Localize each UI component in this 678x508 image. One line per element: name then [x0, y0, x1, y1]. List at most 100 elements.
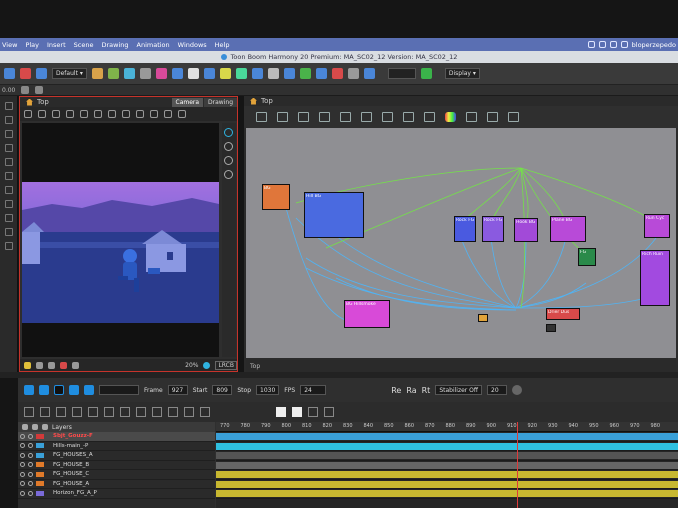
node-fg[interactable]: FG: [578, 248, 596, 266]
node-drier-dus[interactable]: Drier Dus: [546, 308, 580, 320]
node-rich-ruin[interactable]: Rich Ruin: [640, 250, 670, 306]
select-icon[interactable]: [52, 110, 60, 118]
display-dropdown[interactable]: Display ▾: [444, 68, 480, 79]
menu-animation[interactable]: Animation: [137, 41, 170, 49]
stop-icon[interactable]: [54, 385, 64, 395]
tool-strip-icon[interactable]: [5, 200, 13, 208]
frame-field[interactable]: 927: [167, 385, 188, 395]
glyph-re[interactable]: Re: [391, 386, 401, 395]
layer-name[interactable]: Sbjt_Gouzz-F: [53, 433, 93, 439]
layer-row[interactable]: FG_HOUSE_C: [18, 470, 215, 480]
glyph-rt[interactable]: Rt: [422, 386, 431, 395]
eye-icon[interactable]: [20, 490, 25, 496]
wifi-icon[interactable]: [598, 41, 606, 48]
node-bg[interactable]: BG: [262, 184, 290, 210]
pan-icon[interactable]: [466, 112, 477, 122]
outline-icon[interactable]: [308, 407, 318, 417]
zoom-tool-icon[interactable]: [203, 68, 215, 79]
write-icon[interactable]: [382, 112, 393, 122]
layer-name[interactable]: FG_HOUSE_C: [53, 471, 89, 477]
layers-icon[interactable]: [224, 142, 233, 151]
exposure-block[interactable]: [216, 433, 678, 440]
eraser-tool-icon[interactable]: [107, 68, 119, 79]
color-preview-icon[interactable]: [203, 361, 211, 369]
light-table-icon[interactable]: [315, 68, 327, 79]
start-field[interactable]: 809: [212, 385, 233, 395]
menu-scene[interactable]: Scene: [74, 41, 94, 49]
peg-icon[interactable]: [319, 112, 330, 122]
grid-toggle-icon[interactable]: [48, 361, 55, 369]
auto-close-icon[interactable]: [120, 407, 130, 417]
tool-strip-icon[interactable]: [5, 116, 13, 124]
timeline-track[interactable]: [216, 451, 678, 461]
paint-tool-icon[interactable]: [123, 68, 135, 79]
play-icon[interactable]: [24, 385, 34, 395]
colorspace-dropdown[interactable]: LRCB: [215, 360, 237, 370]
layer-name[interactable]: FG_HOUSE_A: [53, 481, 89, 487]
peg-tool-icon[interactable]: [299, 68, 311, 79]
group-icon[interactable]: [298, 112, 309, 122]
safe-area-icon[interactable]: [36, 361, 43, 369]
brush-tool-icon[interactable]: [20, 68, 31, 79]
render-preview-icon[interactable]: [224, 128, 233, 137]
eye-icon[interactable]: [20, 462, 25, 468]
color-swatch-white-2[interactable]: [292, 407, 302, 417]
stop-field[interactable]: 1030: [256, 385, 280, 395]
node-breadcrumb[interactable]: Top: [261, 97, 273, 105]
tool-strip-icon[interactable]: [5, 228, 13, 236]
camera-viewport[interactable]: [22, 123, 219, 357]
transform-icon[interactable]: [108, 110, 116, 118]
composite-icon[interactable]: [340, 112, 351, 122]
cap-icon[interactable]: [104, 407, 114, 417]
scissors-icon[interactable]: [508, 112, 519, 122]
pressure-icon[interactable]: [40, 407, 50, 417]
onion-skin-icon[interactable]: [267, 68, 279, 79]
layer-name[interactable]: FG_HOUSES_A: [53, 452, 93, 458]
composite-node[interactable]: [478, 314, 488, 322]
exposure-block[interactable]: [216, 490, 678, 497]
tool-strip-icon[interactable]: [5, 158, 13, 166]
brush-icon[interactable]: [80, 110, 88, 118]
layer-name[interactable]: FG_HOUSE_B: [53, 462, 89, 468]
tool-strip-icon[interactable]: [5, 214, 13, 222]
tool-strip-icon[interactable]: [5, 242, 13, 250]
add-node-icon[interactable]: [277, 112, 288, 122]
node-hill-bg[interactable]: Hill BG: [304, 192, 364, 238]
lock-icon[interactable]: [28, 471, 33, 477]
menu-insert[interactable]: Insert: [47, 41, 66, 49]
battery-icon[interactable]: [609, 41, 617, 48]
menu-view[interactable]: View: [2, 41, 17, 49]
layer-row[interactable]: FG_HOUSES_A: [18, 451, 215, 461]
auto-fill-icon[interactable]: [136, 407, 146, 417]
join-icon[interactable]: [88, 407, 98, 417]
grid-icon[interactable]: [150, 110, 158, 118]
layer-row[interactable]: Sbjt_Gouzz-F: [18, 432, 215, 442]
snap-icon[interactable]: [35, 86, 44, 94]
cable-icon[interactable]: [424, 112, 435, 122]
node-run-cyc[interactable]: Run Cyc: [644, 214, 670, 238]
timeline-track[interactable]: [216, 442, 678, 451]
lock-icon[interactable]: [28, 490, 33, 496]
line-style-icon[interactable]: [24, 407, 34, 417]
home-icon[interactable]: [26, 98, 33, 106]
tool-strip-icon[interactable]: [5, 144, 13, 152]
exposure-block[interactable]: [216, 471, 678, 478]
tool-strip-icon[interactable]: [5, 186, 13, 194]
add-layer-icon[interactable]: [22, 424, 28, 430]
display-icon[interactable]: [361, 112, 372, 122]
settings-icon[interactable]: [38, 110, 46, 118]
tab-drawing[interactable]: Drawing: [204, 97, 237, 107]
reset-icon[interactable]: [21, 86, 30, 94]
record-toggle-icon[interactable]: [60, 361, 67, 369]
lock-icon[interactable]: [28, 481, 33, 487]
timeline-track[interactable]: [216, 480, 678, 489]
bulb-icon[interactable]: [24, 361, 31, 369]
exposure-block[interactable]: [216, 480, 678, 488]
sound-icon[interactable]: [69, 385, 79, 395]
paint-icon[interactable]: [122, 110, 130, 118]
grid-icon[interactable]: [347, 68, 359, 79]
scene-frame[interactable]: [22, 182, 219, 323]
timeline-track[interactable]: [216, 432, 678, 442]
camera-tool-icon[interactable]: [283, 68, 295, 79]
layer-row[interactable]: FG_HOUSE_A: [18, 480, 215, 489]
